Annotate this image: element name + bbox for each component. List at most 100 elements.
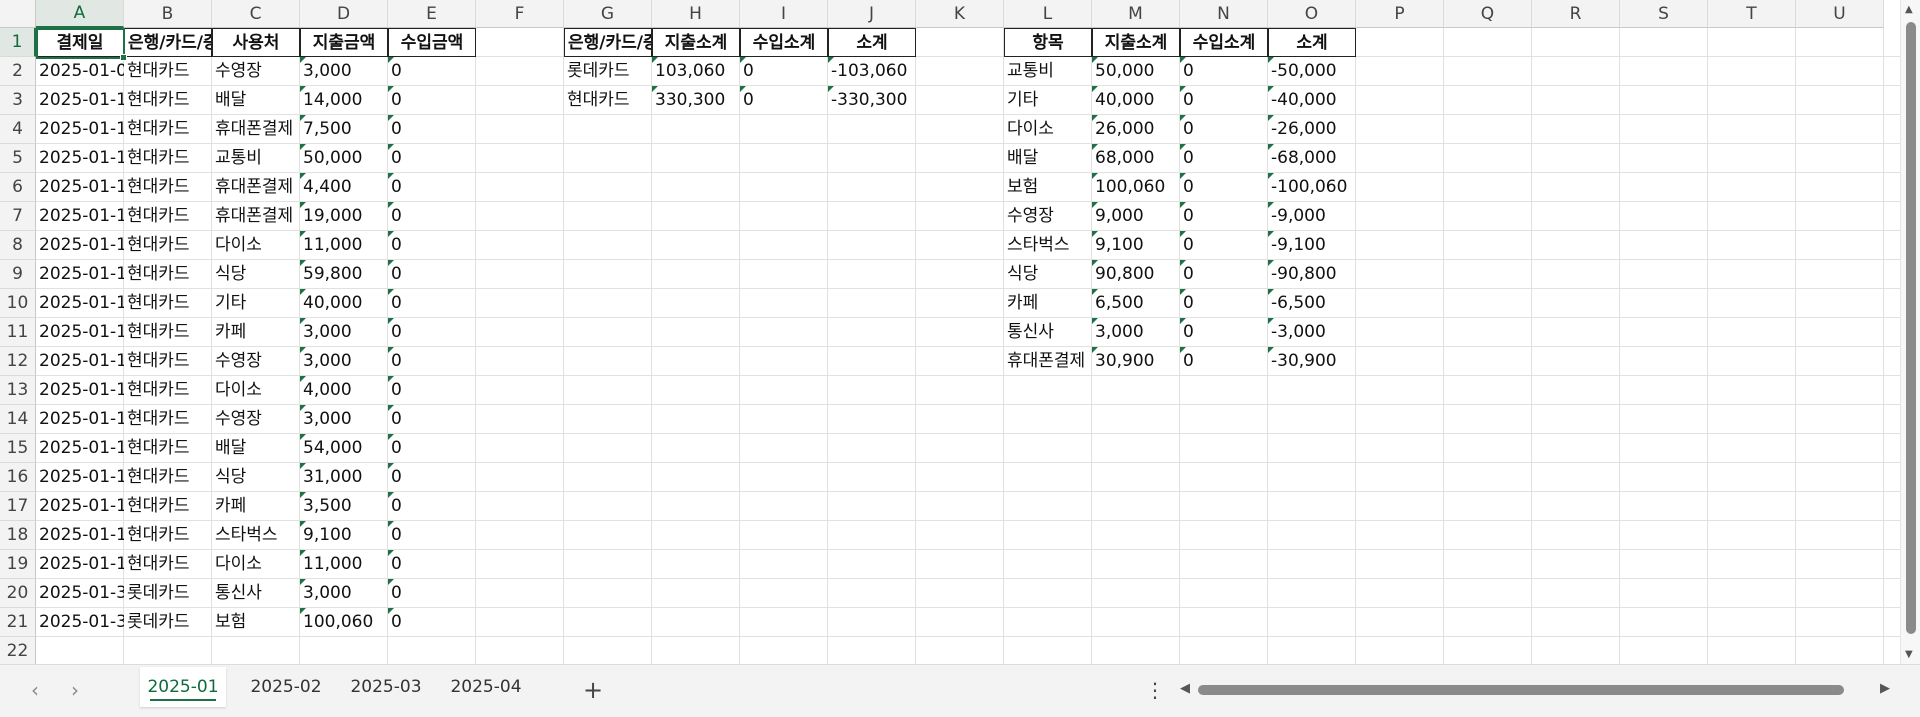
table-cell[interactable]: 현대카드 — [124, 202, 212, 231]
table-cell[interactable]: 3,500 — [300, 492, 388, 521]
row-header-8[interactable]: 8 — [0, 231, 36, 260]
column-header-o[interactable]: O — [1268, 0, 1356, 28]
table-cell[interactable]: 19,000 — [300, 202, 388, 231]
horizontal-scrollbar[interactable]: ◀ ▶ — [1176, 679, 1894, 701]
table-cell[interactable]: 현대카드 — [124, 173, 212, 202]
table-cell[interactable]: 26,000 — [1092, 115, 1180, 144]
table-cell[interactable]: -103,060 — [828, 57, 916, 86]
table-cell[interactable]: 30,900 — [1092, 347, 1180, 376]
row-header-21[interactable]: 21 — [0, 608, 36, 637]
row-header-7[interactable]: 7 — [0, 202, 36, 231]
chevron-right-icon[interactable]: › — [62, 677, 88, 703]
table-cell[interactable]: 0 — [388, 289, 476, 318]
table-cell[interactable]: 현대카드 — [564, 86, 652, 115]
table-cell[interactable]: 2025-01-10 — [36, 492, 124, 521]
select-all-corner[interactable] — [0, 0, 36, 28]
vertical-scroll-thumb[interactable] — [1906, 22, 1916, 634]
row-header-1[interactable]: 1 — [0, 28, 36, 57]
table-cell[interactable]: 보험 — [212, 608, 300, 637]
table-cell[interactable]: 배달 — [212, 86, 300, 115]
table-cell[interactable]: 롯데카드 — [124, 608, 212, 637]
horizontal-scroll-thumb[interactable] — [1198, 685, 1844, 695]
row-header-16[interactable]: 16 — [0, 463, 36, 492]
table-cell[interactable]: 0 — [1180, 57, 1268, 86]
table-cell[interactable]: 현대카드 — [124, 318, 212, 347]
table-cell[interactable]: 0 — [388, 434, 476, 463]
row-header-20[interactable]: 20 — [0, 579, 36, 608]
row-header-17[interactable]: 17 — [0, 492, 36, 521]
table-cell[interactable]: 0 — [740, 57, 828, 86]
table-cell[interactable]: -40,000 — [1268, 86, 1356, 115]
table-cell[interactable]: 현대카드 — [124, 376, 212, 405]
table-cell[interactable]: -50,000 — [1268, 57, 1356, 86]
table-cell[interactable]: 0 — [1180, 173, 1268, 202]
table-cell[interactable]: 2025-01-10 — [36, 144, 124, 173]
table-cell[interactable]: 14,000 — [300, 86, 388, 115]
column-header-j[interactable]: J — [828, 0, 916, 28]
table-cell[interactable]: 현대카드 — [124, 405, 212, 434]
sheet-tab-2025-03[interactable]: 2025-03 — [340, 667, 432, 707]
table-cell[interactable]: 3,000 — [1092, 318, 1180, 347]
column-header-m[interactable]: M — [1092, 0, 1180, 28]
column-header-f[interactable]: F — [476, 0, 564, 28]
table-cell[interactable]: 현대카드 — [124, 289, 212, 318]
table-cell[interactable]: 0 — [1180, 86, 1268, 115]
table-cell[interactable]: 4,000 — [300, 376, 388, 405]
ledger-header-1[interactable]: 은행/카드/증권 — [124, 28, 212, 57]
row-header-9[interactable]: 9 — [0, 260, 36, 289]
table-cell[interactable]: 7,500 — [300, 115, 388, 144]
row-header-14[interactable]: 14 — [0, 405, 36, 434]
vertical-scrollbar[interactable]: ▲ ▼ — [1900, 0, 1920, 664]
sheet-tab-2025-02[interactable]: 2025-02 — [240, 667, 332, 707]
table-cell[interactable]: 식당 — [212, 463, 300, 492]
row-header-19[interactable]: 19 — [0, 550, 36, 579]
table-cell[interactable]: 2025-01-10 — [36, 318, 124, 347]
row-header-10[interactable]: 10 — [0, 289, 36, 318]
table-cell[interactable]: 0 — [388, 579, 476, 608]
table-cell[interactable]: 식당 — [212, 260, 300, 289]
table-cell[interactable]: 0 — [1180, 347, 1268, 376]
plus-icon[interactable]: + — [578, 675, 608, 705]
column-header-e[interactable]: E — [388, 0, 476, 28]
table-cell[interactable]: 100,060 — [300, 608, 388, 637]
table-cell[interactable]: 3,000 — [300, 318, 388, 347]
column-header-p[interactable]: P — [1356, 0, 1444, 28]
table-cell[interactable]: 교통비 — [212, 144, 300, 173]
table-cell[interactable]: 현대카드 — [124, 434, 212, 463]
column-header-r[interactable]: R — [1532, 0, 1620, 28]
category-summary-header-3[interactable]: 소계 — [1268, 28, 1356, 57]
row-header-22[interactable]: 22 — [0, 637, 36, 664]
row-header-2[interactable]: 2 — [0, 57, 36, 86]
table-cell[interactable]: 0 — [1180, 144, 1268, 173]
column-header-k[interactable]: K — [916, 0, 1004, 28]
table-cell[interactable]: 0 — [388, 347, 476, 376]
table-cell[interactable]: 2025-01-02 — [36, 57, 124, 86]
table-cell[interactable]: 4,400 — [300, 173, 388, 202]
table-cell[interactable]: -9,000 — [1268, 202, 1356, 231]
table-cell[interactable]: -330,300 — [828, 86, 916, 115]
column-header-t[interactable]: T — [1708, 0, 1796, 28]
row-header-13[interactable]: 13 — [0, 376, 36, 405]
spreadsheet-grid[interactable]: ABCDEFGHIJKLMNOPQRSTU 1 2 3 4 5 6 7 8 9 10 11 12 13 1… — [0, 0, 1900, 664]
column-header-l[interactable]: L — [1004, 0, 1092, 28]
table-cell[interactable]: 2025-01-10 — [36, 202, 124, 231]
chevron-left-icon[interactable]: ‹ — [22, 677, 48, 703]
table-cell[interactable]: 현대카드 — [124, 57, 212, 86]
table-cell[interactable]: 수영장 — [212, 405, 300, 434]
table-cell[interactable]: 90,800 — [1092, 260, 1180, 289]
row-header-12[interactable]: 12 — [0, 347, 36, 376]
table-cell[interactable]: 2025-01-10 — [36, 115, 124, 144]
table-cell[interactable]: 54,000 — [300, 434, 388, 463]
table-cell[interactable]: 수영장 — [212, 347, 300, 376]
table-cell[interactable]: 통신사 — [212, 579, 300, 608]
bank-summary-header-0[interactable]: 은행/카드/증권 — [564, 28, 652, 57]
table-cell[interactable]: 50,000 — [300, 144, 388, 173]
table-cell[interactable]: 0 — [388, 376, 476, 405]
table-cell[interactable]: 68,000 — [1092, 144, 1180, 173]
ledger-header-2[interactable]: 사용처 — [212, 28, 300, 57]
sheet-tab-2025-04[interactable]: 2025-04 — [440, 667, 532, 707]
table-cell[interactable]: 31,000 — [300, 463, 388, 492]
table-cell[interactable]: 현대카드 — [124, 521, 212, 550]
table-cell[interactable]: 2025-01-30 — [36, 608, 124, 637]
table-cell[interactable]: 0 — [388, 492, 476, 521]
